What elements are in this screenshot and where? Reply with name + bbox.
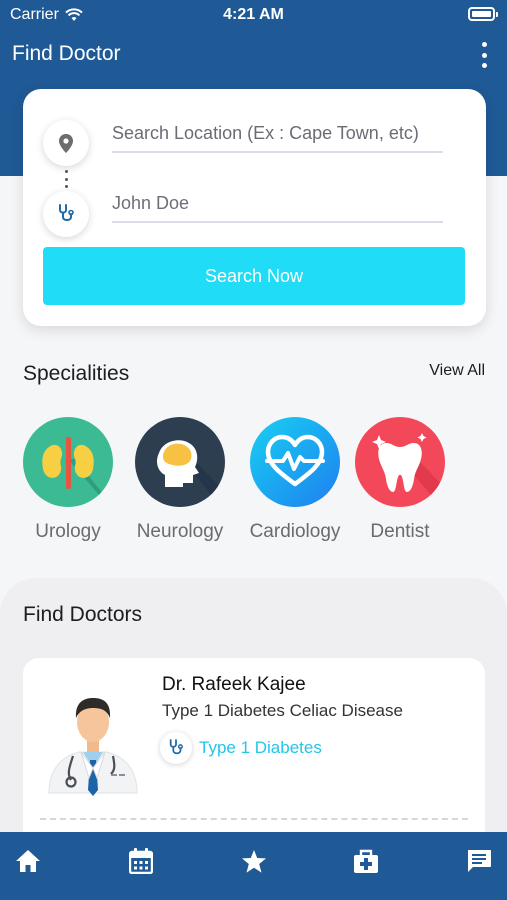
search-location-placeholder: Search Location (Ex : Cape Town, etc) bbox=[112, 122, 419, 143]
search-now-button[interactable]: Search Now bbox=[43, 247, 465, 305]
more-vertical-icon[interactable] bbox=[479, 42, 489, 68]
doctor-name-value: John Doe bbox=[112, 192, 190, 213]
star-icon[interactable] bbox=[240, 847, 268, 875]
location-pin-icon bbox=[43, 120, 89, 166]
doctor-name-input[interactable]: John Doe bbox=[112, 185, 443, 223]
find-doctors-panel: Find Doctors Dr. Rafeek Kajee Type 1 Dia… bbox=[0, 578, 507, 858]
doctor-tag: Type 1 Diabetes bbox=[160, 732, 322, 764]
search-location-input[interactable]: Search Location (Ex : Cape Town, etc) bbox=[112, 115, 443, 153]
specialities-title: Specialities bbox=[23, 362, 130, 385]
speciality-neurology[interactable]: Neurology bbox=[125, 417, 235, 543]
doctor-avatar-icon bbox=[43, 678, 143, 798]
speciality-label: Neurology bbox=[136, 521, 224, 542]
medical-bag-icon[interactable] bbox=[352, 847, 380, 875]
kidney-icon bbox=[23, 417, 113, 507]
view-all-link[interactable]: View All bbox=[429, 362, 485, 380]
field-connector bbox=[65, 170, 68, 188]
clock: 4:21 AM bbox=[223, 6, 284, 23]
card-divider bbox=[40, 818, 468, 820]
doctor-description: Type 1 Diabetes Celiac Disease bbox=[162, 701, 403, 720]
page-title: Find Doctor bbox=[12, 42, 121, 65]
speciality-urology[interactable]: Urology bbox=[13, 417, 123, 543]
search-card: Search Location (Ex : Cape Town, etc) Jo… bbox=[23, 89, 486, 326]
battery-icon bbox=[468, 7, 498, 21]
calendar-icon[interactable] bbox=[127, 847, 155, 875]
speciality-dentist[interactable]: Dentist bbox=[345, 417, 455, 543]
status-bar: Carrier 4:21 AM bbox=[0, 0, 507, 30]
speciality-label: Urology bbox=[35, 521, 101, 542]
bottom-navigation bbox=[0, 832, 507, 900]
speciality-cardiology[interactable]: Cardiology bbox=[240, 417, 350, 543]
find-doctors-title: Find Doctors bbox=[23, 603, 143, 626]
speciality-label: Dentist bbox=[370, 521, 430, 542]
stethoscope-icon bbox=[43, 191, 89, 237]
doctor-card[interactable]: Dr. Rafeek Kajee Type 1 Diabetes Celiac … bbox=[23, 658, 485, 858]
brain-icon bbox=[135, 417, 225, 507]
heart-icon bbox=[250, 417, 340, 507]
doctor-name: Dr. Rafeek Kajee bbox=[162, 674, 306, 695]
speciality-label: Cardiology bbox=[249, 521, 341, 542]
home-icon[interactable] bbox=[14, 847, 42, 875]
stethoscope-icon bbox=[160, 732, 192, 764]
doctor-tag-label: Type 1 Diabetes bbox=[199, 738, 322, 757]
tooth-icon bbox=[355, 417, 445, 507]
chat-icon[interactable] bbox=[465, 847, 493, 875]
